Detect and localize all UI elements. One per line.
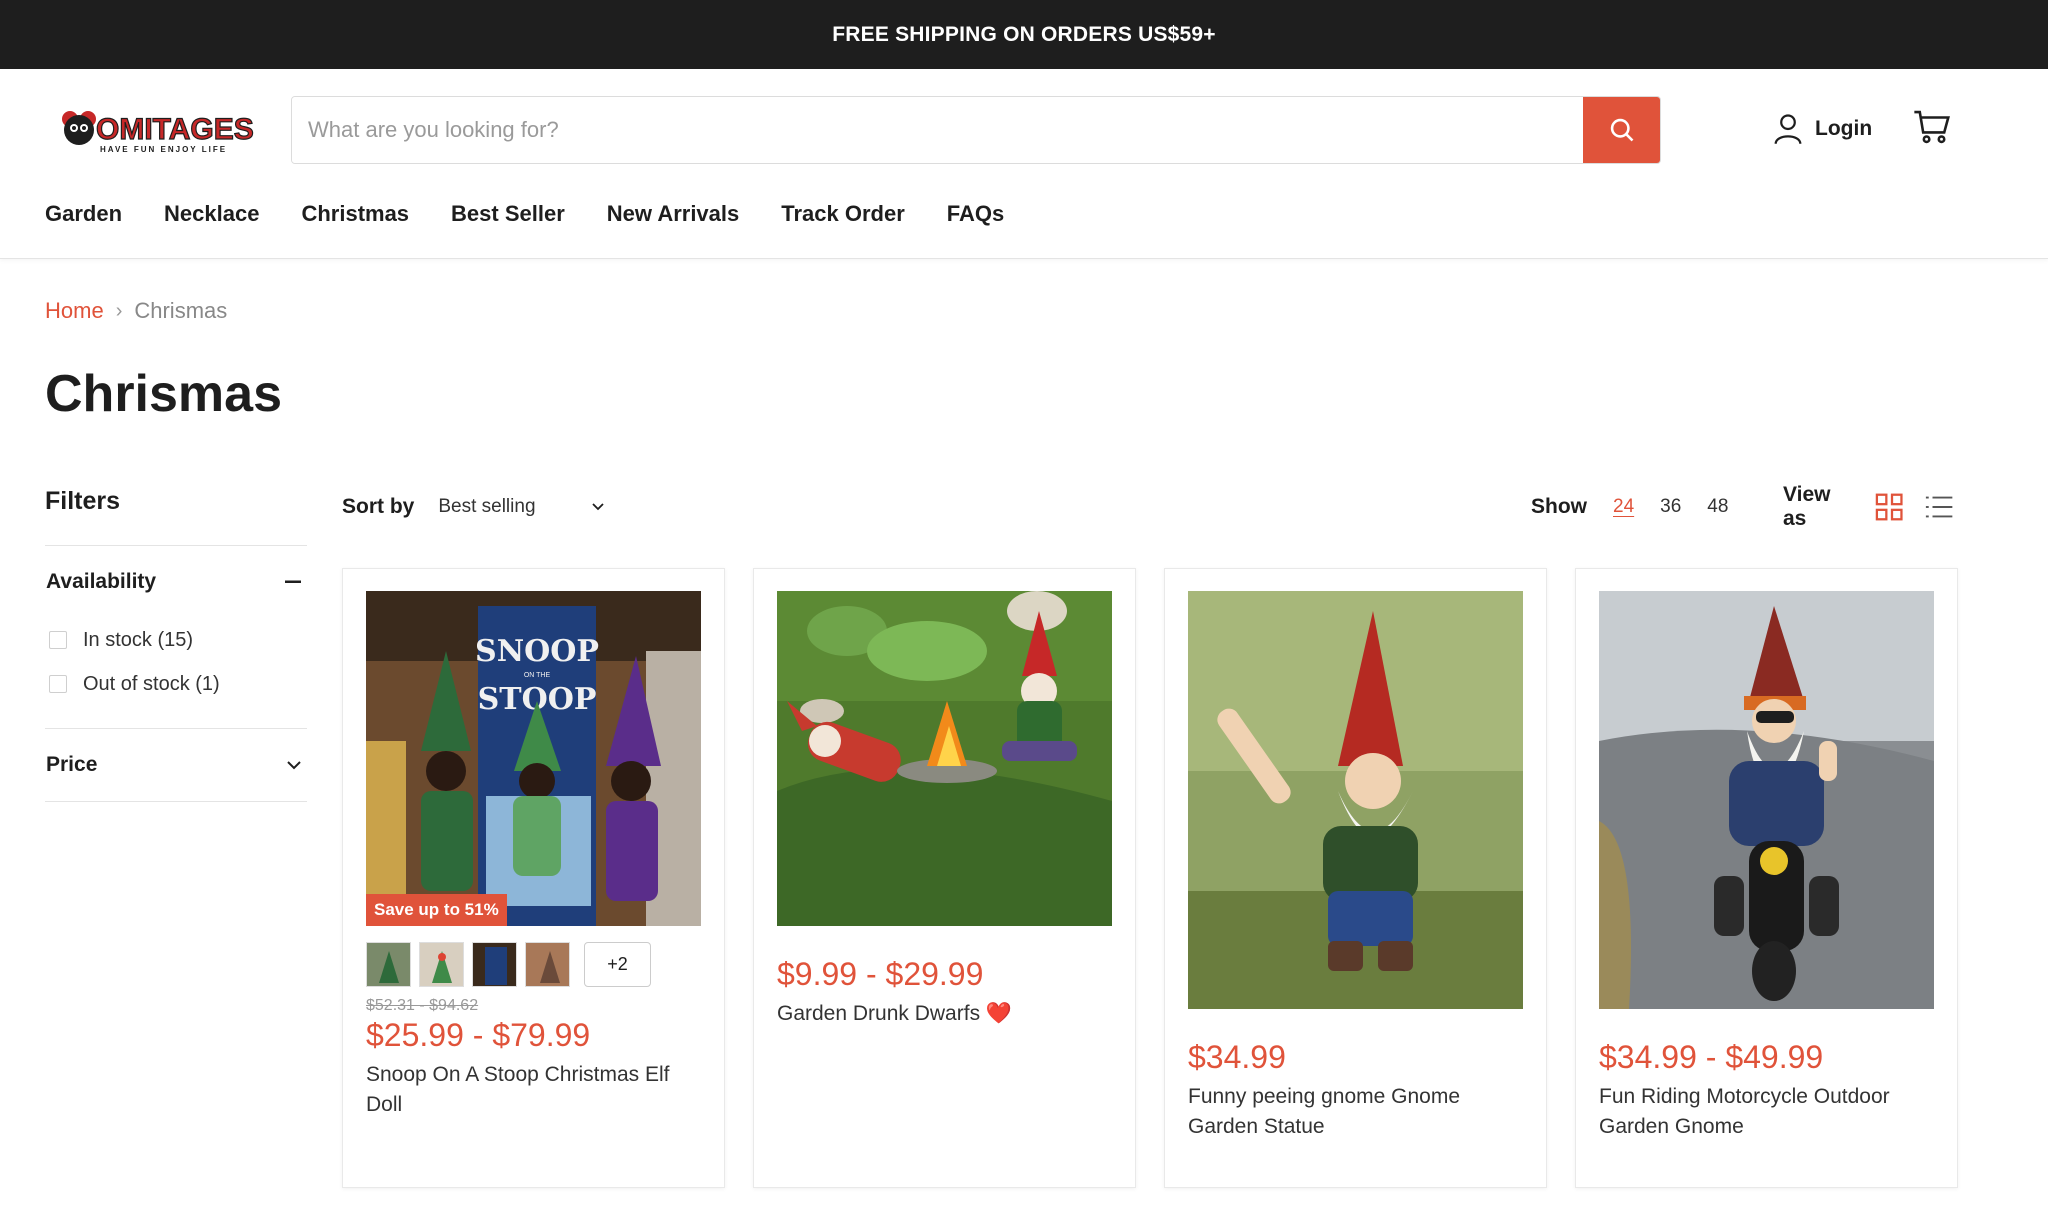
nav-item-new-arrivals[interactable]: New Arrivals	[607, 201, 739, 227]
checkbox[interactable]	[49, 675, 67, 693]
show-option-48[interactable]: 48	[1707, 496, 1728, 518]
view-as: View as	[1783, 483, 1954, 531]
show-per-page: Show 24 36 48	[1531, 495, 1728, 519]
svg-text:HAVE FUN ENJOY LIFE: HAVE FUN ENJOY LIFE	[100, 145, 227, 154]
page-title: Chrismas	[45, 365, 282, 423]
breadcrumb-home[interactable]: Home	[45, 298, 104, 324]
nav-item-garden[interactable]: Garden	[45, 201, 122, 227]
search-bar	[291, 96, 1661, 164]
product-price: $34.99 - $49.99	[1599, 1039, 1824, 1075]
login-label: Login	[1815, 117, 1873, 140]
search-button[interactable]	[1583, 97, 1660, 163]
sale-badge: Save up to 51%	[366, 894, 507, 926]
view-as-label: View as	[1783, 483, 1831, 530]
filters-panel: Availability In stock (15) Out of stock …	[45, 545, 307, 802]
nav-item-christmas[interactable]: Christmas	[301, 201, 409, 227]
grid-view-icon[interactable]	[1875, 492, 1904, 522]
product-image[interactable]	[1188, 591, 1523, 1009]
breadcrumb: Home › Chrismas	[45, 298, 227, 324]
sort-label: Sort by	[342, 495, 415, 518]
sort-value: Best selling	[438, 496, 536, 517]
nav-item-best-seller[interactable]: Best Seller	[451, 201, 565, 227]
filters-title: Filters	[45, 487, 121, 515]
checkbox[interactable]	[49, 631, 67, 649]
cart-icon	[1914, 110, 1950, 144]
nav-item-faqs[interactable]: FAQs	[947, 201, 1004, 227]
product-title[interactable]: Funny peeing gnome Gnome Garden Statue	[1188, 1082, 1523, 1142]
variant-swatch[interactable]	[472, 942, 517, 987]
facet-availability-toggle[interactable]: Availability	[45, 546, 307, 618]
nav-item-necklace[interactable]: Necklace	[164, 201, 259, 227]
facet-price: Price	[45, 729, 307, 802]
svg-text:ON THE: ON THE	[524, 672, 551, 679]
more-variants-button[interactable]: +2	[584, 942, 651, 987]
variant-swatch[interactable]	[525, 942, 570, 987]
product-image[interactable]	[777, 591, 1112, 926]
user-icon	[1774, 114, 1802, 145]
list-view-icon[interactable]	[1924, 493, 1954, 521]
product-card[interactable]: $34.99 - $49.99 Fun Riding Motorcycle Ou…	[1575, 568, 1958, 1188]
product-price: $34.99	[1188, 1039, 1286, 1075]
facet-price-toggle[interactable]: Price	[45, 729, 307, 801]
site-logo[interactable]: OMITAGES HAVE FUN ENJOY LIFE	[50, 103, 255, 155]
show-option-24[interactable]: 24	[1613, 496, 1634, 518]
login-link[interactable]: Login	[1773, 113, 1872, 145]
product-title[interactable]: Fun Riding Motorcycle Outdoor Garden Gno…	[1599, 1082, 1934, 1142]
product-card[interactable]: $34.99 Funny peeing gnome Gnome Garden S…	[1164, 568, 1547, 1188]
main-nav: Garden Necklace Christmas Best Seller Ne…	[45, 201, 1004, 227]
facet-availability: Availability In stock (15) Out of stock …	[45, 546, 307, 729]
filter-in-stock[interactable]: In stock (15)	[49, 618, 307, 662]
minus-icon	[285, 580, 301, 583]
search-input[interactable]	[292, 97, 1583, 163]
announcement-text: FREE SHIPPING ON ORDERS US$59+	[832, 22, 1216, 46]
product-title[interactable]: Garden Drunk Dwarfs ❤️	[777, 999, 1112, 1029]
sort-select[interactable]: Best selling	[438, 496, 604, 518]
product-price: $9.99 - $29.99	[777, 956, 984, 992]
product-title[interactable]: Snoop On A Stoop Christmas Elf Doll	[366, 1060, 701, 1120]
product-card[interactable]: $9.99 - $29.99 Garden Drunk Dwarfs ❤️	[753, 568, 1136, 1188]
filter-in-stock-label: In stock (15)	[83, 628, 194, 651]
cart-button[interactable]	[1913, 109, 1951, 150]
variant-swatch[interactable]	[366, 942, 411, 987]
product-grid: SNOOP ON THE STOOP Save up to 51% +2 $52…	[342, 568, 1958, 1188]
compare-price: $52.31 - $94.62	[366, 997, 479, 1014]
facet-price-label: Price	[46, 753, 98, 776]
breadcrumb-current: Chrismas	[134, 298, 228, 323]
product-card[interactable]: SNOOP ON THE STOOP Save up to 51% +2 $52…	[342, 568, 725, 1188]
nav-item-track-order[interactable]: Track Order	[781, 201, 905, 227]
announcement-bar: FREE SHIPPING ON ORDERS US$59+	[0, 0, 2048, 69]
filter-out-of-stock-label: Out of stock (1)	[83, 672, 220, 695]
variant-swatch[interactable]	[419, 942, 464, 987]
facet-availability-label: Availability	[46, 570, 157, 593]
product-price: $25.99 - $79.99	[366, 1017, 591, 1053]
chevron-down-icon	[591, 503, 604, 511]
chevron-right-icon: ›	[115, 299, 123, 322]
show-option-36[interactable]: 36	[1660, 496, 1681, 518]
variant-swatches: +2	[366, 942, 701, 987]
filter-out-of-stock[interactable]: Out of stock (1)	[49, 662, 307, 706]
search-icon	[1610, 118, 1633, 142]
product-image[interactable]: SNOOP ON THE STOOP Save up to 51%	[366, 591, 701, 926]
svg-text:SNOOP: SNOOP	[475, 634, 599, 669]
chevron-down-icon	[287, 760, 301, 769]
svg-text:OMITAGES: OMITAGES	[96, 113, 254, 146]
collection-toolbar: Sort by Best selling Show 24 36 48 View …	[342, 483, 1954, 530]
product-image[interactable]	[1599, 591, 1934, 1009]
show-label: Show	[1531, 495, 1587, 518]
site-header: OMITAGES HAVE FUN ENJOY LIFE Login Garde…	[0, 69, 2048, 259]
